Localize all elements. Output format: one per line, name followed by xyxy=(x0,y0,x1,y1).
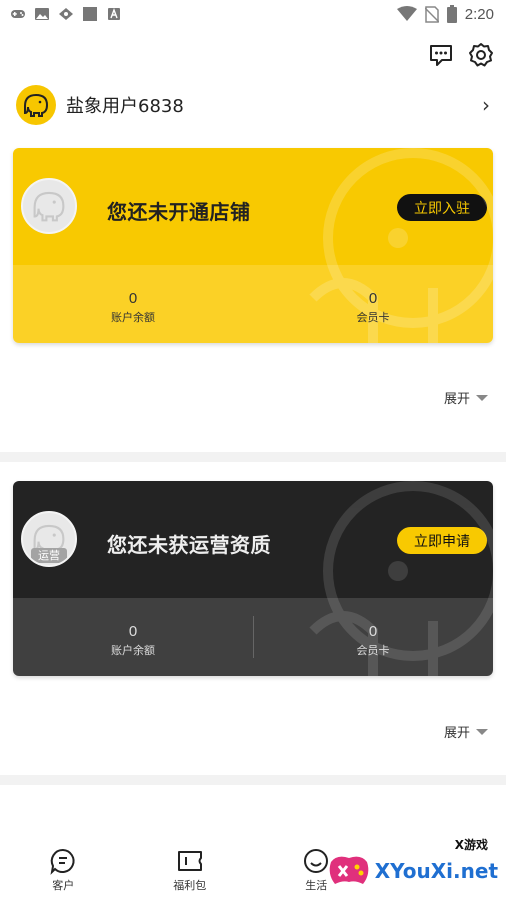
nav-item-welfare[interactable]: 福利包 xyxy=(127,840,254,900)
status-left-icons xyxy=(10,7,122,21)
stat-label: 账户余额 xyxy=(111,643,155,657)
shop-card-header: 您还未开通店铺 立即入驻 xyxy=(13,148,493,265)
stat-member-card[interactable]: 0 会员卡 xyxy=(253,598,493,676)
nav-label: 客户 xyxy=(52,879,75,892)
image-icon xyxy=(35,8,49,20)
no-sim-icon xyxy=(424,5,439,23)
signal-app-icon xyxy=(59,8,73,20)
bottom-nav: 客户 福利包 生活 X游戏 XYouXi.net xyxy=(0,838,506,900)
site-name: XYouXi.net xyxy=(374,859,498,883)
chevron-right-icon[interactable]: › xyxy=(482,93,490,117)
section-divider xyxy=(0,452,506,462)
ops-badge: 运营 xyxy=(31,548,67,563)
ops-card-header: 运营 您还未获运营资质 立即申请 xyxy=(13,481,493,598)
username: 盐象用户6838 xyxy=(66,96,184,117)
message-icon[interactable] xyxy=(428,42,454,68)
square-icon xyxy=(83,7,97,21)
stat-value: 0 xyxy=(128,622,138,640)
expand-label: 展开 xyxy=(443,392,470,407)
battery-icon xyxy=(446,5,457,23)
elephant-logo-icon xyxy=(24,93,49,117)
ops-card-title: 您还未获运营资质 xyxy=(107,533,271,557)
status-time: 2:20 xyxy=(464,5,494,23)
site-watermark: X游戏 XYouXi.net xyxy=(327,838,498,890)
stat-label: 会员卡 xyxy=(356,643,390,657)
nav-label: 福利包 xyxy=(173,879,207,892)
gamepad-icon xyxy=(11,10,25,18)
ticket-icon xyxy=(177,851,202,871)
ops-apply-button[interactable]: 立即申请 xyxy=(397,527,487,554)
shop-card: 您还未开通店铺 立即入驻 0 账户余额 0 会员卡 xyxy=(13,148,493,343)
stat-balance[interactable]: 0 账户余额 xyxy=(13,265,253,343)
header-actions xyxy=(428,42,494,68)
stat-label: 会员卡 xyxy=(356,310,390,324)
ops-logo: 运营 xyxy=(21,511,77,567)
ops-card-stats: 0 账户余额 0 会员卡 xyxy=(13,598,493,676)
shop-card-stats: 0 账户余额 0 会员卡 xyxy=(13,265,493,343)
ops-card: 运营 您还未获运营资质 立即申请 0 账户余额 0 会员卡 xyxy=(13,481,493,676)
game-logo-icon xyxy=(329,856,369,884)
status-right-icons: 2:20 xyxy=(396,5,494,23)
expand-label: 展开 xyxy=(443,726,470,741)
wifi-icon xyxy=(396,6,417,21)
stat-label: 账户余额 xyxy=(111,310,155,324)
stat-value: 0 xyxy=(368,622,378,640)
chat-bubble-icon xyxy=(50,848,75,875)
shop-logo xyxy=(21,178,77,234)
shop-card-title: 您还未开通店铺 xyxy=(107,200,251,224)
profile-row[interactable]: 盐象用户6838 › xyxy=(16,84,490,126)
triangle-down-icon xyxy=(476,394,488,401)
ops-expand-toggle[interactable]: 展开 xyxy=(444,722,488,741)
triangle-down-icon xyxy=(476,728,488,735)
avatar[interactable] xyxy=(16,85,56,125)
settings-gear-icon[interactable] xyxy=(468,42,494,68)
section-divider xyxy=(0,775,506,785)
shop-expand-toggle[interactable]: 展开 xyxy=(444,388,488,407)
site-sub-label: X游戏 xyxy=(454,838,488,852)
stat-member-card[interactable]: 0 会员卡 xyxy=(253,265,493,343)
elephant-placeholder-icon xyxy=(33,191,65,222)
nav-item-customers[interactable]: 客户 xyxy=(0,840,127,900)
text-a-icon xyxy=(108,8,120,20)
stat-value: 0 xyxy=(368,289,378,307)
nav-label: 生活 xyxy=(305,879,328,892)
stat-balance[interactable]: 0 账户余额 xyxy=(13,598,253,676)
status-bar: 2:20 xyxy=(0,0,506,28)
stat-value: 0 xyxy=(128,289,138,307)
shop-join-button[interactable]: 立即入驻 xyxy=(397,194,487,221)
